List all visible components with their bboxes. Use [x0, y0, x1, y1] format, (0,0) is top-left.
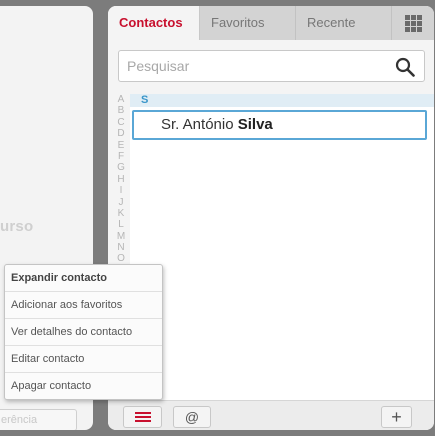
- tab-favoritos[interactable]: Favoritos: [200, 6, 296, 40]
- contact-row-selected[interactable]: Sr. António Silva: [132, 110, 427, 140]
- tab-bar: Contactos Favoritos Recente: [108, 6, 434, 40]
- alpha-letter[interactable]: M: [114, 231, 128, 242]
- grid-icon: [404, 14, 422, 32]
- contact-surname: Silva: [237, 116, 273, 133]
- alpha-letter[interactable]: C: [114, 117, 128, 128]
- apps-grid-button[interactable]: [392, 6, 434, 40]
- menu-icon: [134, 410, 151, 424]
- search-box: [118, 50, 425, 82]
- alpha-letter[interactable]: B: [114, 105, 128, 116]
- section-header: S: [130, 94, 434, 107]
- alpha-letter[interactable]: K: [114, 208, 128, 219]
- contact-name-prefix: Sr. António: [161, 116, 238, 133]
- menu-item-view-details[interactable]: Ver detalhes do contacto: [5, 319, 162, 346]
- left-panel-text: urso: [0, 218, 34, 235]
- alpha-letter[interactable]: N: [114, 242, 128, 253]
- alpha-letter[interactable]: I: [114, 185, 128, 196]
- search-input[interactable]: [119, 51, 389, 81]
- email-button[interactable]: @: [173, 406, 211, 428]
- tab-contactos[interactable]: Contactos: [108, 6, 200, 40]
- menu-item-expand-contact[interactable]: Expandir contacto: [5, 265, 162, 292]
- alpha-letter[interactable]: L: [114, 219, 128, 230]
- contact-list: S Sr. António Silva: [130, 94, 434, 400]
- menu-button[interactable]: [123, 406, 162, 428]
- menu-item-delete-contact[interactable]: Apagar contacto: [5, 373, 162, 400]
- left-panel-button[interactable]: erência: [0, 409, 77, 430]
- footer-toolbar: @ +: [108, 400, 434, 430]
- menu-item-edit-contact[interactable]: Editar contacto: [5, 346, 162, 373]
- contact-context-menu: Expandir contacto Adicionar aos favorito…: [4, 264, 163, 400]
- menu-item-add-favorites[interactable]: Adicionar aos favoritos: [5, 292, 162, 319]
- alpha-letter[interactable]: D: [114, 128, 128, 139]
- alpha-letter[interactable]: J: [114, 197, 128, 208]
- alpha-letter[interactable]: E: [114, 140, 128, 151]
- alpha-letter[interactable]: F: [114, 151, 128, 162]
- search-icon[interactable]: [395, 57, 415, 77]
- alpha-letter[interactable]: G: [114, 162, 128, 173]
- alpha-letter[interactable]: H: [114, 174, 128, 185]
- alpha-letter[interactable]: A: [114, 94, 128, 105]
- alphabet-index[interactable]: A B C D E F G H I J K L M N O: [114, 94, 128, 265]
- tab-recente[interactable]: Recente: [296, 6, 392, 40]
- add-contact-button[interactable]: +: [381, 406, 412, 428]
